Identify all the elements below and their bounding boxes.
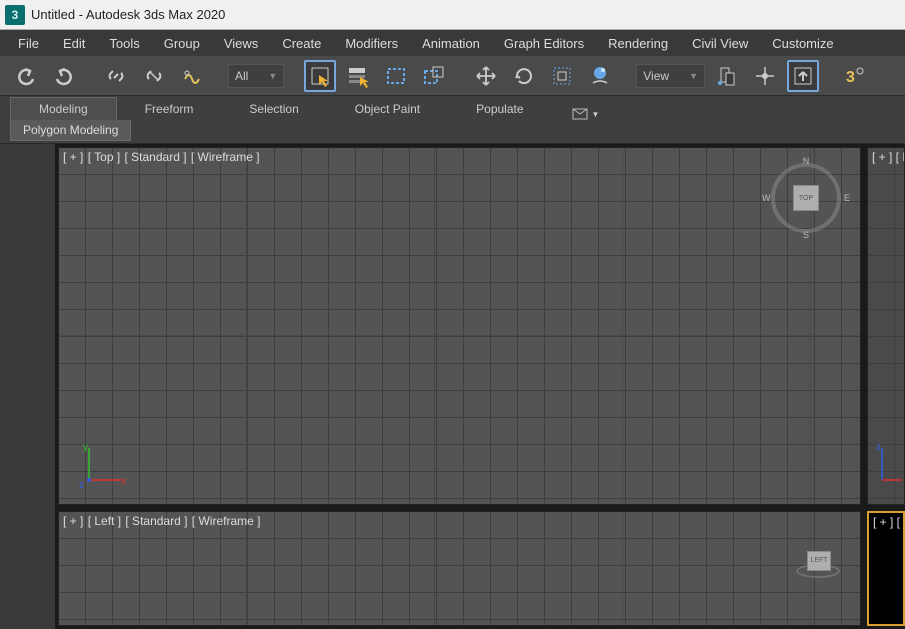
snap-toggle-button[interactable]: 3 bbox=[839, 60, 871, 92]
undo-icon bbox=[15, 65, 37, 87]
svg-text:3: 3 bbox=[846, 69, 855, 86]
menu-graph-editors[interactable]: Graph Editors bbox=[492, 32, 596, 55]
viewport-top[interactable]: [ + ] [ Top ] [ Standard ] [ Wireframe ]… bbox=[58, 147, 861, 505]
viewcube-left[interactable]: LEFT bbox=[790, 548, 846, 584]
viewport-left[interactable]: [ + ] [ Left ] [ Standard ] [ Wireframe … bbox=[58, 511, 861, 626]
viewport-area: [ + ] [ Top ] [ Standard ] [ Wireframe ]… bbox=[0, 144, 905, 629]
menu-create[interactable]: Create bbox=[270, 32, 333, 55]
use-pivot-center-button[interactable] bbox=[711, 60, 743, 92]
viewcube-top[interactable]: TOP N S E W bbox=[766, 158, 846, 238]
menu-views[interactable]: Views bbox=[212, 32, 270, 55]
redo-button[interactable] bbox=[48, 60, 80, 92]
select-object-button[interactable] bbox=[304, 60, 336, 92]
menu-animation[interactable]: Animation bbox=[410, 32, 492, 55]
ribbon-tabs: Modeling Freeform Selection Object Paint… bbox=[0, 96, 905, 120]
menu-bar: File Edit Tools Group Views Create Modif… bbox=[0, 30, 905, 56]
menu-modifiers[interactable]: Modifiers bbox=[333, 32, 410, 55]
cursor-select-icon bbox=[309, 65, 331, 87]
move-icon bbox=[475, 65, 497, 87]
chevron-down-icon: ▼ bbox=[268, 71, 277, 81]
viewport-perspective-partial[interactable]: [ + ] [ F bbox=[867, 511, 905, 626]
marquee-rect-icon bbox=[385, 65, 407, 87]
viewport-front-partial[interactable]: [ + ] [ F z bbox=[867, 147, 905, 505]
arrow-up-box-icon bbox=[792, 65, 814, 87]
scale-icon bbox=[551, 65, 573, 87]
compass-n: N bbox=[803, 156, 810, 166]
ribbon-tab-selection[interactable]: Selection bbox=[221, 98, 326, 120]
menu-rendering[interactable]: Rendering bbox=[596, 32, 680, 55]
menu-group[interactable]: Group bbox=[152, 32, 212, 55]
rectangular-selection-button[interactable] bbox=[380, 60, 412, 92]
bind-space-warp-button[interactable] bbox=[176, 60, 208, 92]
ribbon-tab-freeform[interactable]: Freeform bbox=[117, 98, 222, 120]
scale-button[interactable] bbox=[546, 60, 578, 92]
move-button[interactable] bbox=[470, 60, 502, 92]
viewport-label-partial[interactable]: [ + ] [ F bbox=[872, 150, 905, 164]
svg-text:z: z bbox=[876, 442, 881, 453]
unlink-button[interactable] bbox=[138, 60, 170, 92]
title-bar: 3 Untitled - Autodesk 3ds Max 2020 bbox=[0, 0, 905, 30]
axis-gizmo-top: x y z bbox=[77, 442, 127, 492]
snap-3-icon: 3 bbox=[844, 65, 866, 87]
placement-icon bbox=[589, 65, 611, 87]
app-logo-icon: 3 bbox=[5, 5, 25, 25]
redo-icon bbox=[53, 65, 75, 87]
window-title: Untitled - Autodesk 3ds Max 2020 bbox=[31, 7, 225, 22]
main-toolbar: All ▼ View ▼ 3 bbox=[0, 56, 905, 96]
axis-gizmo-partial: z bbox=[876, 442, 905, 492]
menu-edit[interactable]: Edit bbox=[51, 32, 97, 55]
unlink-icon bbox=[143, 65, 165, 87]
viewport-label-partial[interactable]: [ + ] [ F bbox=[873, 515, 905, 529]
viewport-label-top[interactable]: [ + ] [ Top ] [ Standard ] [ Wireframe ] bbox=[63, 150, 261, 164]
svg-text:y: y bbox=[83, 442, 88, 453]
window-crossing-button[interactable] bbox=[418, 60, 450, 92]
selection-filter-value: All bbox=[235, 69, 248, 83]
svg-text:x: x bbox=[121, 476, 126, 487]
menu-customize[interactable]: Customize bbox=[760, 32, 845, 55]
viewport-grid bbox=[59, 148, 860, 504]
ribbon-panel: Polygon Modeling bbox=[0, 120, 905, 144]
pivot-icon bbox=[716, 65, 738, 87]
compass-e: E bbox=[844, 193, 850, 203]
select-list-icon bbox=[347, 65, 369, 87]
viewport-left-gutter bbox=[0, 144, 55, 629]
link-icon bbox=[105, 65, 127, 87]
ribbon-group-polygon-modeling[interactable]: Polygon Modeling bbox=[10, 120, 131, 141]
keyboard-shortcut-toggle[interactable] bbox=[787, 60, 819, 92]
chevron-down-icon: ▼ bbox=[592, 110, 600, 119]
link-button[interactable] bbox=[100, 60, 132, 92]
ribbon-tab-populate[interactable]: Populate bbox=[448, 98, 551, 120]
reference-coord-value: View bbox=[643, 69, 669, 83]
reference-coord-dropdown[interactable]: View ▼ bbox=[636, 64, 705, 88]
viewcube-face[interactable]: LEFT bbox=[807, 551, 831, 571]
wave-link-icon bbox=[181, 65, 203, 87]
rotate-icon bbox=[513, 65, 535, 87]
compass-s: S bbox=[803, 230, 809, 240]
menu-civil-view[interactable]: Civil View bbox=[680, 32, 760, 55]
ribbon-tab-object-paint[interactable]: Object Paint bbox=[327, 98, 448, 120]
ribbon-minimize-control[interactable]: ▼ bbox=[572, 108, 600, 120]
selection-filter-dropdown[interactable]: All ▼ bbox=[228, 64, 284, 88]
menu-tools[interactable]: Tools bbox=[97, 32, 151, 55]
viewport-label-left[interactable]: [ + ] [ Left ] [ Standard ] [ Wireframe … bbox=[63, 514, 261, 528]
marquee-crossing-icon bbox=[423, 65, 445, 87]
envelope-icon bbox=[572, 108, 588, 120]
menu-file[interactable]: File bbox=[6, 32, 51, 55]
select-manipulate-button[interactable] bbox=[749, 60, 781, 92]
viewport-grid bbox=[59, 512, 860, 625]
placement-button[interactable] bbox=[584, 60, 616, 92]
select-by-name-button[interactable] bbox=[342, 60, 374, 92]
compass-w: W bbox=[762, 193, 771, 203]
undo-button[interactable] bbox=[10, 60, 42, 92]
svg-text:z: z bbox=[79, 480, 84, 491]
chevron-down-icon: ▼ bbox=[689, 71, 698, 81]
viewcube-face[interactable]: TOP bbox=[793, 185, 819, 211]
manipulate-icon bbox=[754, 65, 776, 87]
rotate-button[interactable] bbox=[508, 60, 540, 92]
ribbon-tab-modeling[interactable]: Modeling bbox=[10, 97, 117, 120]
